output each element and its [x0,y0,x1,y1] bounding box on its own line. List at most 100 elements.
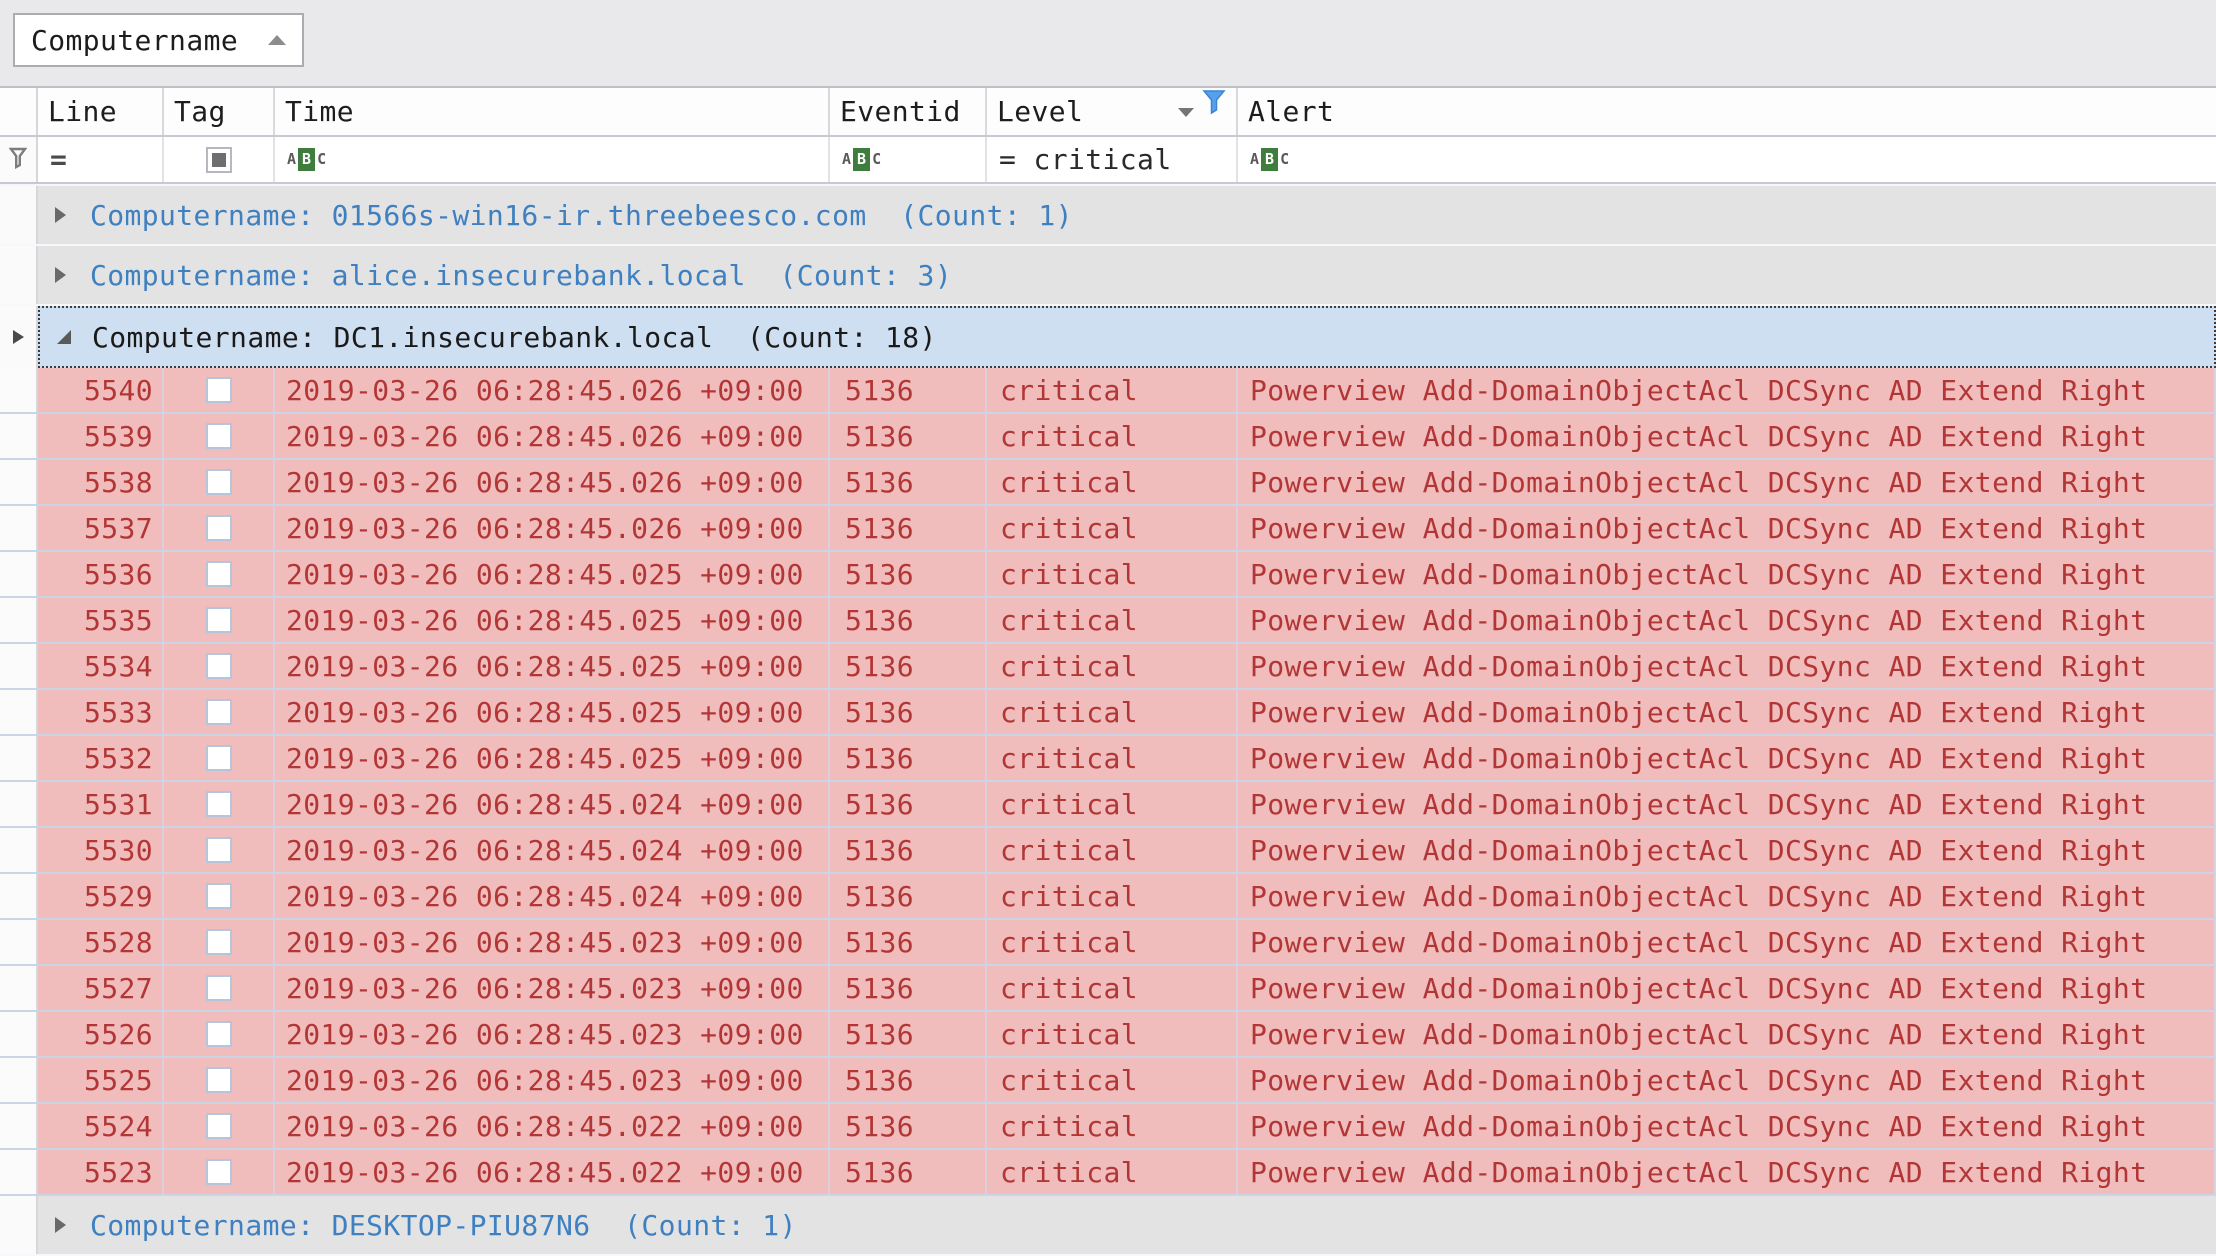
row-gutter [0,368,38,412]
cell-time: 2019-03-26 06:28:45.025 +09:00 [275,736,830,780]
tag-checkbox[interactable] [206,469,232,495]
tag-checkbox[interactable] [206,423,232,449]
filter-cell-eventid[interactable]: ABC [830,137,987,182]
cell-tag [164,506,275,550]
table-row[interactable]: 55372019-03-26 06:28:45.026 +09:005136cr… [0,506,2216,552]
row-gutter [0,920,38,964]
cell-level: critical [987,414,1238,458]
column-header-time[interactable]: Time [275,88,830,135]
cell-line: 5527 [38,966,164,1010]
tag-checkbox[interactable] [206,653,232,679]
table-row[interactable]: 55382019-03-26 06:28:45.026 +09:005136cr… [0,460,2216,506]
table-row[interactable]: 55242019-03-26 06:28:45.022 +09:005136cr… [0,1104,2216,1150]
table-row[interactable]: 55362019-03-26 06:28:45.025 +09:005136cr… [0,552,2216,598]
filter-cell-alert[interactable]: ABC [1238,137,2216,182]
row-gutter [0,414,38,458]
tag-checkbox[interactable] [206,975,232,1001]
group-header[interactable]: Computername: 01566s-win16-ir.threebeesc… [38,186,2216,244]
row-gutter [0,966,38,1010]
row-gutter [0,1196,38,1254]
cell-time: 2019-03-26 06:28:45.022 +09:00 [275,1150,830,1194]
group-collapsed-icon[interactable] [55,1217,66,1233]
group-header[interactable]: Computername: DC1.insecurebank.local(Cou… [38,306,2216,368]
group-header[interactable]: Computername: alice.insecurebank.local(C… [38,246,2216,304]
column-header-eventid[interactable]: Eventid [830,88,987,135]
column-header-level[interactable]: Level [987,88,1238,135]
indeterminate-checkbox-icon[interactable] [206,147,232,173]
column-header-line[interactable]: Line [38,88,164,135]
cell-time: 2019-03-26 06:28:45.023 +09:00 [275,966,830,1010]
group-row[interactable]: Computername: DESKTOP-PIU87N6(Count: 1) [0,1196,2216,1256]
cell-alert: Powerview Add-DomainObjectAcl DCSync AD … [1238,1012,2216,1056]
tag-checkbox[interactable] [206,607,232,633]
row-gutter [0,1058,38,1102]
filter-row-funnel-icon[interactable] [9,143,27,176]
cell-level: critical [987,874,1238,918]
table-row[interactable]: 55302019-03-26 06:28:45.024 +09:005136cr… [0,828,2216,874]
table-row[interactable]: 55352019-03-26 06:28:45.025 +09:005136cr… [0,598,2216,644]
cell-alert: Powerview Add-DomainObjectAcl DCSync AD … [1238,920,2216,964]
tag-checkbox[interactable] [206,515,232,541]
tag-checkbox[interactable] [206,699,232,725]
tag-checkbox[interactable] [206,745,232,771]
tag-checkbox[interactable] [206,377,232,403]
level-filter-dropdown-icon[interactable] [1178,108,1194,117]
cell-line: 5538 [38,460,164,504]
tag-checkbox[interactable] [206,929,232,955]
column-header-label: Level [997,95,1083,128]
cell-alert: Powerview Add-DomainObjectAcl DCSync AD … [1238,736,2216,780]
tag-checkbox[interactable] [206,883,232,909]
cell-line: 5534 [38,644,164,688]
row-gutter [0,874,38,918]
filter-cell-tag[interactable] [164,137,275,182]
tag-checkbox[interactable] [206,837,232,863]
cell-alert: Powerview Add-DomainObjectAcl DCSync AD … [1238,828,2216,872]
row-gutter [0,1012,38,1056]
row-gutter [0,460,38,504]
group-row[interactable]: Computername: DC1.insecurebank.local(Cou… [0,306,2216,368]
table-row[interactable]: 55232019-03-26 06:28:45.022 +09:005136cr… [0,1150,2216,1196]
table-row[interactable]: 55272019-03-26 06:28:45.023 +09:005136cr… [0,966,2216,1012]
tag-checkbox[interactable] [206,791,232,817]
table-row[interactable]: 55342019-03-26 06:28:45.025 +09:005136cr… [0,644,2216,690]
row-gutter [0,1150,38,1194]
table-row[interactable]: 55392019-03-26 06:28:45.026 +09:005136cr… [0,414,2216,460]
tag-checkbox[interactable] [206,1159,232,1185]
table-row[interactable]: 55252019-03-26 06:28:45.023 +09:005136cr… [0,1058,2216,1104]
table-row[interactable]: 55262019-03-26 06:28:45.023 +09:005136cr… [0,1012,2216,1058]
table-row[interactable]: 55332019-03-26 06:28:45.025 +09:005136cr… [0,690,2216,736]
column-header-tag[interactable]: Tag [164,88,275,135]
tag-checkbox[interactable] [206,1067,232,1093]
filter-cell-time[interactable]: ABC [275,137,830,182]
cell-alert: Powerview Add-DomainObjectAcl DCSync AD … [1238,506,2216,550]
group-row[interactable]: Computername: alice.insecurebank.local(C… [0,246,2216,306]
row-gutter [0,736,38,780]
table-row[interactable]: 55402019-03-26 06:28:45.026 +09:005136cr… [0,368,2216,414]
group-header[interactable]: Computername: DESKTOP-PIU87N6(Count: 1) [38,1196,2216,1254]
cell-level: critical [987,920,1238,964]
cell-tag [164,460,275,504]
group-expanded-icon[interactable] [57,330,71,344]
cell-time: 2019-03-26 06:28:45.024 +09:00 [275,782,830,826]
tag-checkbox[interactable] [206,1113,232,1139]
group-collapsed-icon[interactable] [55,267,66,283]
table-row[interactable]: 55282019-03-26 06:28:45.023 +09:005136cr… [0,920,2216,966]
table-row[interactable]: 55312019-03-26 06:28:45.024 +09:005136cr… [0,782,2216,828]
level-active-filter-funnel-icon[interactable] [1202,89,1226,122]
header-gutter [0,88,38,135]
group-label: Computername: DC1.insecurebank.local [92,321,713,354]
tag-checkbox[interactable] [206,561,232,587]
filter-cell-level[interactable]: = critical [987,137,1238,182]
table-row[interactable]: 55322019-03-26 06:28:45.025 +09:005136cr… [0,736,2216,782]
group-by-chip-computername[interactable]: Computername [13,13,304,67]
group-collapsed-icon[interactable] [55,207,66,223]
tag-checkbox[interactable] [206,1021,232,1047]
table-row[interactable]: 55292019-03-26 06:28:45.024 +09:005136cr… [0,874,2216,920]
filter-cell-line[interactable]: = [38,137,164,182]
cell-eventid: 5136 [830,782,987,826]
cell-tag [164,1058,275,1102]
cell-eventid: 5136 [830,506,987,550]
group-row[interactable]: Computername: 01566s-win16-ir.threebeesc… [0,186,2216,246]
column-header-alert[interactable]: Alert [1238,88,2216,135]
cell-eventid: 5136 [830,1150,987,1194]
